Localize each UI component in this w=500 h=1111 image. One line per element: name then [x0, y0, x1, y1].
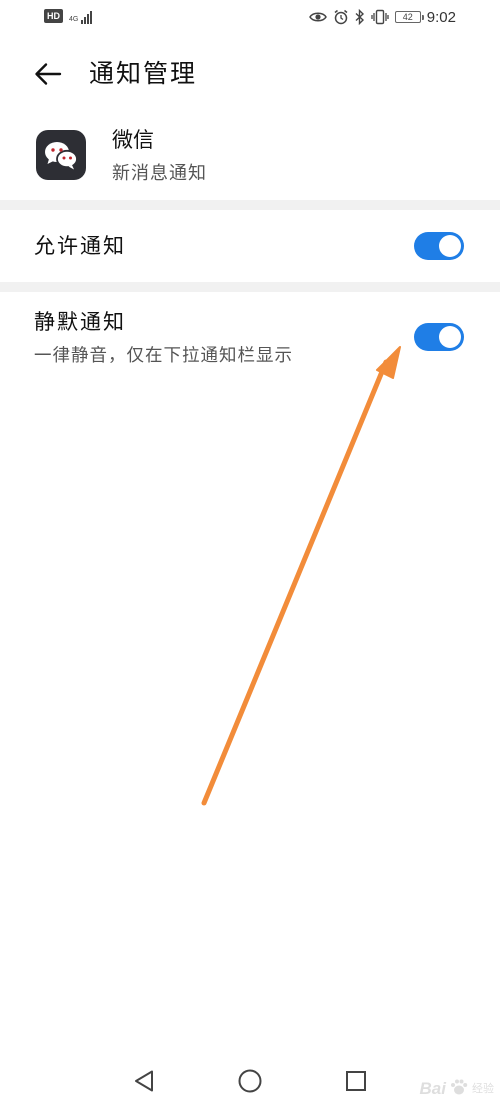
allow-notifications-row[interactable]: 允许通知 — [0, 210, 500, 282]
nav-home-button[interactable] — [230, 1061, 270, 1101]
page-title: 通知管理 — [89, 59, 198, 88]
status-bar-left: HD 4G — [44, 8, 93, 24]
navigation-bar: Bai 经验 — [0, 1051, 500, 1111]
cellular-signal-icon: 4G — [69, 8, 93, 24]
app-info: 微信 新消息通知 — [0, 118, 500, 198]
battery-level: 42 — [402, 11, 413, 22]
back-arrow-icon — [35, 63, 62, 85]
clock: 9:02 — [426, 8, 456, 26]
back-button[interactable] — [30, 56, 66, 92]
nav-recents-button[interactable] — [336, 1061, 376, 1101]
triangle-back-icon — [135, 1070, 153, 1092]
status-bar-right: 42 9:02 — [308, 8, 456, 26]
watermark-suffix: 经验 — [472, 1082, 494, 1095]
section-divider — [0, 200, 500, 210]
circle-home-icon — [238, 1069, 262, 1093]
alarm-icon — [333, 9, 349, 25]
status-bar: HD 4G 42 9:02 — [0, 0, 500, 36]
vibrate-icon — [371, 9, 389, 25]
allow-notifications-toggle[interactable] — [414, 232, 464, 260]
silent-notifications-description: 一律静音，仅在下拉通知栏显示 — [34, 346, 293, 366]
header: 通知管理 — [0, 50, 500, 96]
watermark-brand: Bai — [419, 1079, 446, 1098]
hd-badge: HD — [44, 9, 63, 23]
baidu-watermark: Bai 经验 — [420, 1077, 494, 1101]
bluetooth-icon — [355, 9, 365, 25]
network-type-label: 4G — [69, 16, 79, 23]
paw-icon — [449, 1077, 469, 1101]
allow-notifications-label: 允许通知 — [34, 234, 126, 258]
silent-notifications-label: 静默通知 — [34, 310, 126, 334]
wechat-icon — [36, 130, 86, 180]
eye-comfort-icon — [308, 10, 327, 24]
section-divider — [0, 282, 500, 292]
toggle-knob — [439, 326, 461, 348]
nav-back-button[interactable] — [124, 1061, 164, 1101]
battery-icon: 42 — [394, 11, 424, 23]
app-name: 微信 — [112, 128, 154, 152]
silent-notifications-row[interactable]: 静默通知 一律静音，仅在下拉通知栏显示 — [0, 292, 500, 380]
toggle-knob — [439, 235, 461, 257]
square-recents-icon — [346, 1071, 366, 1091]
silent-notifications-toggle[interactable] — [414, 323, 464, 351]
app-subtitle: 新消息通知 — [112, 163, 207, 184]
